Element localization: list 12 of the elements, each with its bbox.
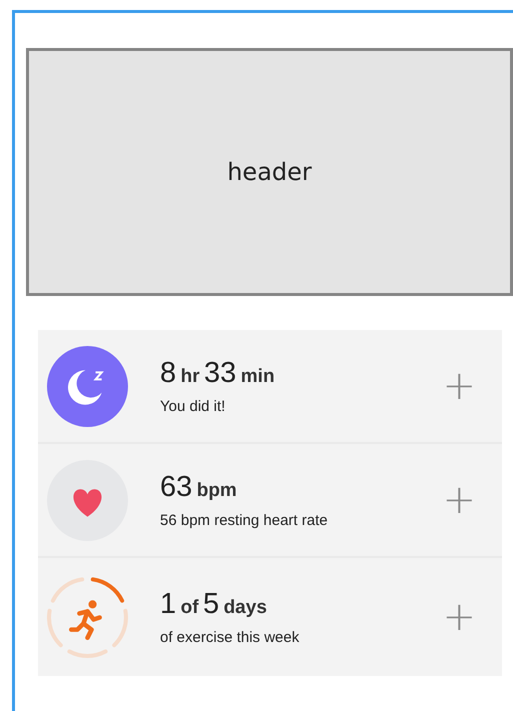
moon-icon	[47, 346, 128, 426]
stat-caption: 56 bpm resting heart rate	[160, 512, 329, 529]
stat-value: 63 bpm	[160, 471, 238, 504]
running-figure-icon	[47, 576, 128, 658]
add-button[interactable]: +	[442, 366, 476, 406]
stat-value: 1 of 5 days	[160, 588, 268, 621]
header-label: header	[227, 158, 312, 186]
stat-caption: of exercise this week	[160, 629, 300, 646]
stat-caption: You did it!	[160, 398, 226, 415]
add-button[interactable]: +	[442, 480, 476, 520]
stat-value: 8 hr 33 min	[160, 357, 276, 390]
add-button[interactable]: +	[442, 597, 476, 637]
